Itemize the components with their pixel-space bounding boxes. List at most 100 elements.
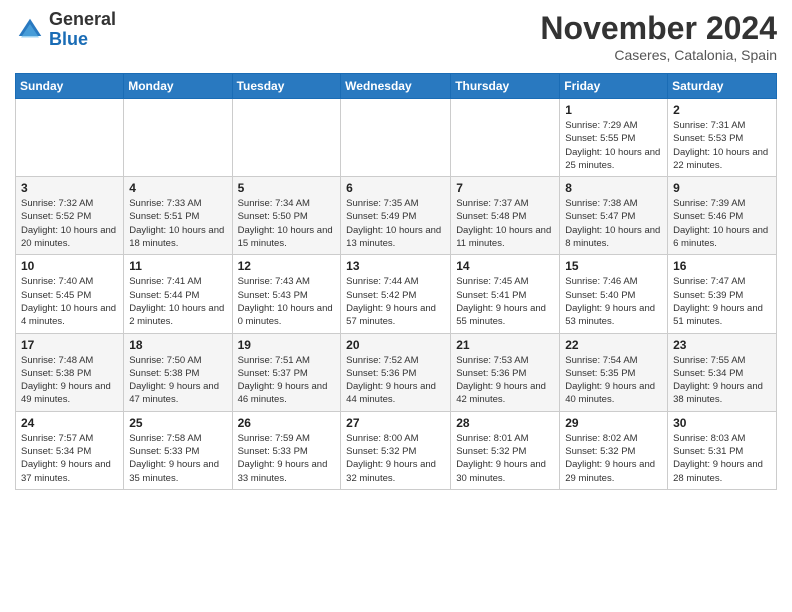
day-number: 1: [565, 103, 662, 117]
day-info: Sunrise: 7:54 AMSunset: 5:35 PMDaylight:…: [565, 354, 662, 407]
day-number: 30: [673, 416, 771, 430]
day-number: 12: [238, 259, 336, 273]
day-info: Sunrise: 7:50 AMSunset: 5:38 PMDaylight:…: [129, 354, 226, 407]
weekday-header: Wednesday: [341, 74, 451, 99]
weekday-header: Friday: [560, 74, 668, 99]
day-info: Sunrise: 7:46 AMSunset: 5:40 PMDaylight:…: [565, 275, 662, 328]
title-block: November 2024 Caseres, Catalonia, Spain: [540, 10, 777, 63]
calendar-cell: 12 Sunrise: 7:43 AMSunset: 5:43 PMDayligh…: [232, 255, 341, 333]
calendar-cell: 5 Sunrise: 7:34 AMSunset: 5:50 PMDaylight…: [232, 177, 341, 255]
calendar-week-row: 1 Sunrise: 7:29 AMSunset: 5:55 PMDaylight…: [16, 99, 777, 177]
day-number: 22: [565, 338, 662, 352]
day-info: Sunrise: 7:57 AMSunset: 5:34 PMDaylight:…: [21, 432, 118, 485]
day-number: 8: [565, 181, 662, 195]
day-info: Sunrise: 7:38 AMSunset: 5:47 PMDaylight:…: [565, 197, 662, 250]
day-info: Sunrise: 7:37 AMSunset: 5:48 PMDaylight:…: [456, 197, 554, 250]
calendar-cell: 4 Sunrise: 7:33 AMSunset: 5:51 PMDaylight…: [124, 177, 232, 255]
day-info: Sunrise: 7:52 AMSunset: 5:36 PMDaylight:…: [346, 354, 445, 407]
day-info: Sunrise: 8:02 AMSunset: 5:32 PMDaylight:…: [565, 432, 662, 485]
day-info: Sunrise: 7:48 AMSunset: 5:38 PMDaylight:…: [21, 354, 118, 407]
day-number: 20: [346, 338, 445, 352]
calendar-cell: 19 Sunrise: 7:51 AMSunset: 5:37 PMDayligh…: [232, 333, 341, 411]
calendar-cell: 10Sunrise: 7:40 AMSunset: 5:45 PMDayligh…: [16, 255, 124, 333]
day-number: 14: [456, 259, 554, 273]
day-info: Sunrise: 7:35 AMSunset: 5:49 PMDaylight:…: [346, 197, 445, 250]
day-number: 11: [129, 259, 226, 273]
day-info: Sunrise: 7:40 AMSunset: 5:45 PMDaylight:…: [21, 275, 118, 328]
day-info: Sunrise: 7:32 AMSunset: 5:52 PMDaylight:…: [21, 197, 118, 250]
day-number: 6: [346, 181, 445, 195]
day-info: Sunrise: 8:00 AMSunset: 5:32 PMDaylight:…: [346, 432, 445, 485]
calendar-cell: 21Sunrise: 7:53 AMSunset: 5:36 PMDayligh…: [451, 333, 560, 411]
day-info: Sunrise: 8:03 AMSunset: 5:31 PMDaylight:…: [673, 432, 771, 485]
day-number: 5: [238, 181, 336, 195]
day-number: 2: [673, 103, 771, 117]
day-info: Sunrise: 7:53 AMSunset: 5:36 PMDaylight:…: [456, 354, 554, 407]
day-info: Sunrise: 7:55 AMSunset: 5:34 PMDaylight:…: [673, 354, 771, 407]
calendar-cell: 18 Sunrise: 7:50 AMSunset: 5:38 PMDayligh…: [124, 333, 232, 411]
weekday-header: Sunday: [16, 74, 124, 99]
month-title: November 2024: [540, 10, 777, 47]
day-number: 9: [673, 181, 771, 195]
day-number: 19: [238, 338, 336, 352]
calendar-cell: 11 Sunrise: 7:41 AMSunset: 5:44 PMDayligh…: [124, 255, 232, 333]
calendar-cell: 26Sunrise: 7:59 AMSunset: 5:33 PMDayligh…: [232, 411, 341, 489]
calendar-cell: 9 Sunrise: 7:39 AMSunset: 5:46 PMDaylight…: [668, 177, 777, 255]
day-info: Sunrise: 7:34 AMSunset: 5:50 PMDaylight:…: [238, 197, 336, 250]
calendar-cell: 14Sunrise: 7:45 AMSunset: 5:41 PMDayligh…: [451, 255, 560, 333]
calendar-cell: 23 Sunrise: 7:55 AMSunset: 5:34 PMDayligh…: [668, 333, 777, 411]
calendar-cell: 28 Sunrise: 8:01 AMSunset: 5:32 PMDayligh…: [451, 411, 560, 489]
day-number: 26: [238, 416, 336, 430]
day-info: Sunrise: 7:29 AMSunset: 5:55 PMDaylight:…: [565, 119, 662, 172]
logo-text: General Blue: [49, 10, 116, 50]
day-number: 16: [673, 259, 771, 273]
day-number: 17: [21, 338, 118, 352]
page-container: General Blue November 2024 Caseres, Cata…: [0, 0, 792, 500]
logo: General Blue: [15, 10, 116, 50]
day-number: 23: [673, 338, 771, 352]
day-number: 28: [456, 416, 554, 430]
calendar-cell: 13 Sunrise: 7:44 AMSunset: 5:42 PMDayligh…: [341, 255, 451, 333]
weekday-header: Tuesday: [232, 74, 341, 99]
calendar-cell: [341, 99, 451, 177]
calendar-cell: [232, 99, 341, 177]
day-info: Sunrise: 7:39 AMSunset: 5:46 PMDaylight:…: [673, 197, 771, 250]
calendar-cell: 3 Sunrise: 7:32 AMSunset: 5:52 PMDaylight…: [16, 177, 124, 255]
weekday-header: Thursday: [451, 74, 560, 99]
calendar-cell: 8 Sunrise: 7:38 AMSunset: 5:47 PMDaylight…: [560, 177, 668, 255]
day-number: 29: [565, 416, 662, 430]
day-number: 13: [346, 259, 445, 273]
calendar-body: 1 Sunrise: 7:29 AMSunset: 5:55 PMDaylight…: [16, 99, 777, 490]
day-info: Sunrise: 7:41 AMSunset: 5:44 PMDaylight:…: [129, 275, 226, 328]
day-info: Sunrise: 7:44 AMSunset: 5:42 PMDaylight:…: [346, 275, 445, 328]
day-info: Sunrise: 7:33 AMSunset: 5:51 PMDaylight:…: [129, 197, 226, 250]
day-info: Sunrise: 8:01 AMSunset: 5:32 PMDaylight:…: [456, 432, 554, 485]
day-number: 4: [129, 181, 226, 195]
calendar-week-row: 24Sunrise: 7:57 AMSunset: 5:34 PMDayligh…: [16, 411, 777, 489]
calendar-cell: 30 Sunrise: 8:03 AMSunset: 5:31 PMDayligh…: [668, 411, 777, 489]
calendar-cell: 16 Sunrise: 7:47 AMSunset: 5:39 PMDayligh…: [668, 255, 777, 333]
calendar-week-row: 3 Sunrise: 7:32 AMSunset: 5:52 PMDaylight…: [16, 177, 777, 255]
day-number: 3: [21, 181, 118, 195]
day-info: Sunrise: 7:47 AMSunset: 5:39 PMDaylight:…: [673, 275, 771, 328]
calendar-cell: 2 Sunrise: 7:31 AMSunset: 5:53 PMDaylight…: [668, 99, 777, 177]
calendar-cell: 1 Sunrise: 7:29 AMSunset: 5:55 PMDaylight…: [560, 99, 668, 177]
calendar-cell: [124, 99, 232, 177]
location: Caseres, Catalonia, Spain: [540, 47, 777, 63]
calendar-cell: 6 Sunrise: 7:35 AMSunset: 5:49 PMDaylight…: [341, 177, 451, 255]
day-info: Sunrise: 7:43 AMSunset: 5:43 PMDaylight:…: [238, 275, 336, 328]
calendar-cell: 15 Sunrise: 7:46 AMSunset: 5:40 PMDayligh…: [560, 255, 668, 333]
calendar-cell: 22 Sunrise: 7:54 AMSunset: 5:35 PMDayligh…: [560, 333, 668, 411]
day-number: 15: [565, 259, 662, 273]
calendar-header: SundayMondayTuesdayWednesdayThursdayFrid…: [16, 74, 777, 99]
calendar-cell: [451, 99, 560, 177]
logo-icon: [15, 15, 45, 45]
calendar-cell: 29 Sunrise: 8:02 AMSunset: 5:32 PMDayligh…: [560, 411, 668, 489]
day-info: Sunrise: 7:31 AMSunset: 5:53 PMDaylight:…: [673, 119, 771, 172]
day-number: 18: [129, 338, 226, 352]
calendar-week-row: 17 Sunrise: 7:48 AMSunset: 5:38 PMDayligh…: [16, 333, 777, 411]
calendar-week-row: 10Sunrise: 7:40 AMSunset: 5:45 PMDayligh…: [16, 255, 777, 333]
day-info: Sunrise: 7:51 AMSunset: 5:37 PMDaylight:…: [238, 354, 336, 407]
weekday-header: Monday: [124, 74, 232, 99]
weekday-row: SundayMondayTuesdayWednesdayThursdayFrid…: [16, 74, 777, 99]
